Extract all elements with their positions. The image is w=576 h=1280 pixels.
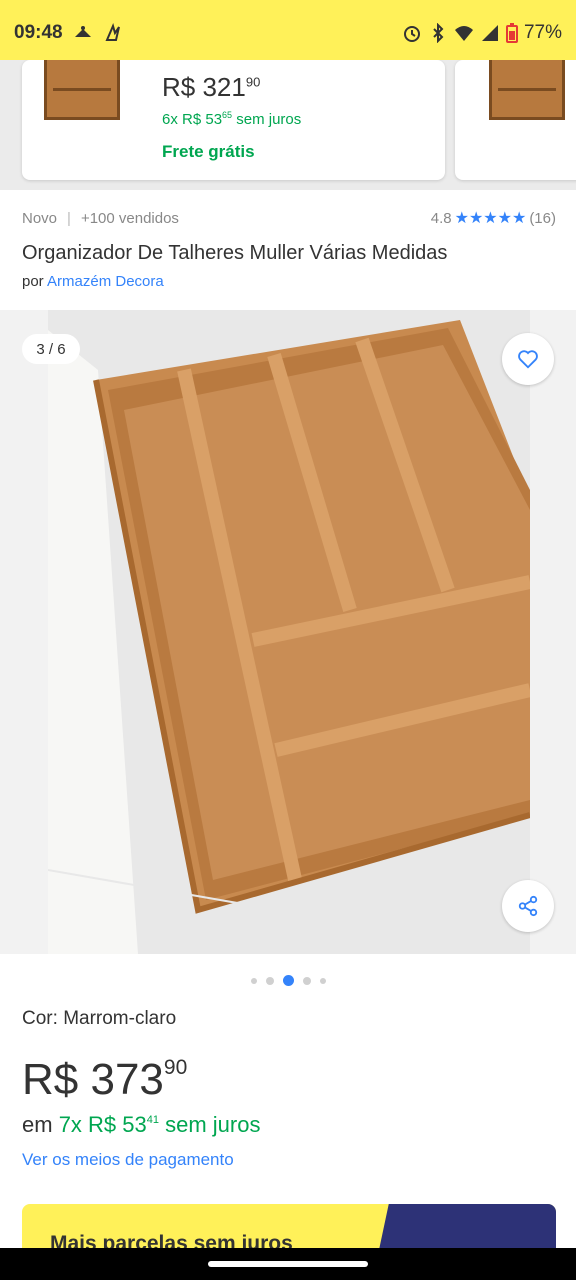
condition: Novo: [22, 209, 58, 227]
page-dot[interactable]: [302, 976, 311, 985]
battery-level: 77%: [523, 22, 562, 43]
navigation-bar: [0, 1248, 576, 1280]
alarm-icon: [403, 26, 420, 42]
color-label: Cor:: [22, 1008, 58, 1029]
related-product-card[interactable]: R$ 32190 6x R$ 5365 sem juros Frete grát…: [22, 60, 445, 180]
related-product-card-next[interactable]: [455, 60, 576, 180]
price-cents: 90: [163, 1056, 188, 1079]
seller-link[interactable]: Armazém Decora: [47, 273, 164, 290]
installments-value: 7x R$ 5341 sem juros: [58, 1112, 261, 1137]
product-info: Novo | +100 vendidos 4.8 ★★★★★ (16) Orga…: [22, 208, 556, 291]
divider: |: [67, 209, 71, 227]
share-button[interactable]: [502, 880, 554, 932]
status-time: 09:48: [14, 22, 63, 43]
star-icons: ★★★★★: [454, 210, 527, 227]
product-title: Organizador De Talheres Muller Várias Me…: [22, 242, 448, 264]
favorite-button[interactable]: [502, 333, 554, 385]
bluetooth-icon: [433, 23, 444, 43]
battery-icon: [505, 23, 518, 43]
heart-icon: [518, 350, 538, 369]
page-dot-active[interactable]: [282, 975, 294, 986]
signal-icon: [481, 25, 498, 41]
product-gallery[interactable]: [0, 310, 576, 954]
related-products-carousel[interactable]: R$ 32190 6x R$ 5365 sem juros Frete grát…: [0, 60, 576, 190]
gallery-pagination: [0, 975, 576, 986]
image-counter: 3 / 6: [22, 334, 80, 364]
rating[interactable]: 4.8 ★★★★★ (16): [431, 208, 556, 228]
product-price: R$ 37390: [22, 1055, 187, 1105]
rating-value: 4.8: [430, 209, 452, 227]
page-dot[interactable]: [250, 977, 257, 984]
sold-count: +100 vendidos: [80, 209, 179, 227]
share-icon: [518, 895, 538, 917]
card-price: R$ 32190: [162, 72, 261, 102]
payment-methods-link[interactable]: Ver os meios de pagamento: [22, 1150, 234, 1170]
card-shipping: Frete grátis: [162, 142, 255, 161]
installments-prefix: em: [22, 1112, 53, 1137]
color-value: Marrom-claro: [63, 1008, 177, 1029]
product-photo[interactable]: [48, 310, 530, 954]
wifi-icon: [454, 26, 473, 41]
page-dot[interactable]: [319, 977, 326, 984]
seller: por Armazém Decora: [22, 273, 556, 290]
review-count: (16): [529, 209, 556, 227]
color-selection[interactable]: Cor: Marrom-claro: [22, 1008, 176, 1030]
product-thumbnail: [489, 60, 565, 120]
page-dot[interactable]: [265, 976, 274, 985]
product-thumbnail: [44, 60, 120, 120]
installments: em 7x R$ 5341 sem juros: [22, 1112, 260, 1138]
price-main: R$ 373: [22, 1055, 164, 1104]
product-meta: Novo | +100 vendidos 4.8 ★★★★★ (16): [22, 208, 556, 228]
app-icon: [105, 23, 120, 41]
seller-prefix: por: [22, 273, 44, 290]
notification-icon: [74, 26, 91, 37]
home-gesture-handle[interactable]: [208, 1261, 368, 1267]
card-installments: 6x R$ 5365 sem juros: [162, 110, 302, 128]
